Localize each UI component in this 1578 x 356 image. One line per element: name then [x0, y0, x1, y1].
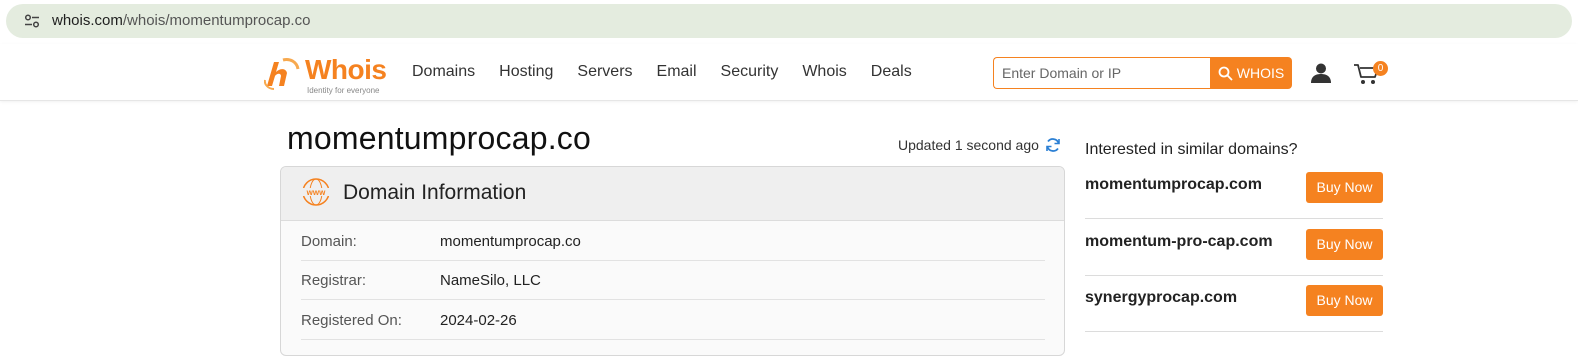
refresh-icon[interactable]	[1045, 137, 1061, 153]
similar-domain-name[interactable]: momentumprocap.com	[1085, 176, 1262, 194]
updated-status: Updated 1 second ago	[898, 137, 1061, 153]
buy-now-button[interactable]: Buy Now	[1306, 229, 1383, 260]
card-title: Domain Information	[343, 181, 527, 204]
address-bar[interactable]: whois.com/whois/momentumprocap.co	[6, 4, 1572, 38]
buy-now-button[interactable]: Buy Now	[1306, 285, 1383, 316]
nav-domains[interactable]: Domains	[412, 63, 475, 81]
cart-count-badge: 0	[1373, 61, 1388, 76]
search-button-label: WHOIS	[1236, 65, 1285, 81]
info-value: momentumprocap.co	[440, 233, 581, 250]
whois-logo[interactable]: Whois Identity for everyone	[264, 54, 390, 95]
tune-icon[interactable]	[24, 14, 40, 28]
logo-mark-icon	[264, 58, 300, 90]
page-title: momentumprocap.co	[287, 120, 591, 156]
nav-security[interactable]: Security	[721, 63, 779, 81]
user-icon[interactable]	[1310, 62, 1332, 84]
url-text[interactable]: whois.com/whois/momentumprocap.co	[52, 12, 310, 29]
main-nav: Domains Hosting Servers Email Security W…	[412, 63, 936, 81]
whois-search-button[interactable]: WHOIS	[1210, 57, 1292, 89]
svg-text:www: www	[306, 188, 326, 197]
logo-word: Whois	[305, 54, 387, 85]
nav-whois[interactable]: Whois	[802, 63, 846, 81]
nav-hosting[interactable]: Hosting	[499, 63, 553, 81]
similar-domain-row: momentumprocap.com Buy Now	[1085, 162, 1383, 219]
www-globe-icon: www	[302, 178, 330, 206]
info-value: 2024-02-26	[440, 312, 517, 329]
info-value: NameSilo, LLC	[440, 272, 541, 289]
similar-domain-row: momentum-pro-cap.com Buy Now	[1085, 219, 1383, 276]
info-row-registered-on: Registered On: 2024-02-26	[301, 300, 1045, 340]
search-icon	[1218, 66, 1233, 81]
similar-domain-name[interactable]: momentum-pro-cap.com	[1085, 233, 1273, 251]
nav-email[interactable]: Email	[657, 63, 697, 81]
similar-domain-row: synergyprocap.com Buy Now	[1085, 275, 1383, 332]
info-label: Domain:	[301, 233, 357, 250]
nav-deals[interactable]: Deals	[871, 63, 912, 81]
info-label: Registrar:	[301, 272, 367, 289]
similar-domain-name[interactable]: synergyprocap.com	[1085, 289, 1237, 307]
nav-servers[interactable]: Servers	[577, 63, 632, 81]
logo-tagline: Identity for everyone	[307, 86, 380, 95]
updated-text: Updated 1 second ago	[898, 137, 1039, 153]
browser-url-bar: whois.com/whois/momentumprocap.co	[0, 0, 1578, 42]
info-label: Registered On:	[301, 312, 402, 329]
domain-search-input[interactable]	[994, 58, 1211, 88]
buy-now-button[interactable]: Buy Now	[1306, 172, 1383, 203]
url-host: whois.com	[52, 12, 123, 29]
similar-domains-title: Interested in similar domains?	[1085, 141, 1298, 158]
card-header: www Domain Information	[281, 167, 1064, 221]
site-header: Whois Identity for everyone Domains Host…	[0, 44, 1578, 101]
info-row-registrar: Registrar: NameSilo, LLC	[301, 260, 1045, 300]
url-path: /whois/momentumprocap.co	[122, 12, 311, 29]
domain-information-card: www Domain Information Domain: momentump…	[280, 166, 1065, 356]
search-box	[993, 57, 1211, 89]
info-row-domain: Domain: momentumprocap.co	[301, 221, 1045, 261]
